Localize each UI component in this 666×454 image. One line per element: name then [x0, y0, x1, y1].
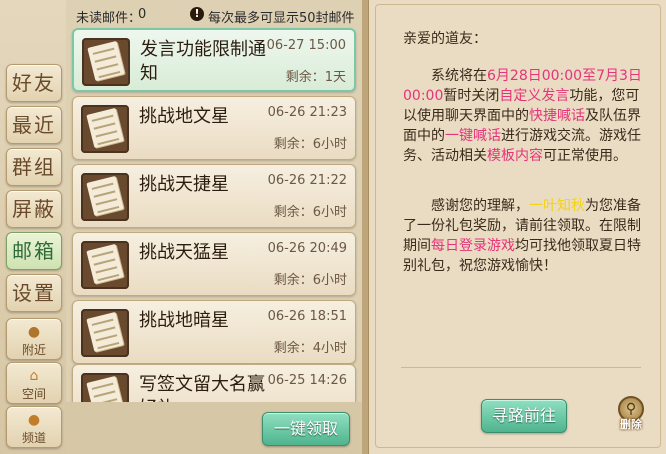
mail-date: 06-26 21:23 — [267, 105, 347, 120]
house-icon: ⌂ — [29, 368, 39, 384]
mail-remaining: 剩余：1天 — [285, 70, 346, 85]
letter-icon — [81, 173, 129, 221]
letter-icon — [81, 105, 129, 153]
mail-body-paragraph-2: 感谢您的理解，一叶知秋为您准备了一份礼包奖励，请前往领取。在限制期间每日登录游戏… — [403, 196, 647, 276]
letter-icon — [81, 309, 129, 357]
mail-item[interactable]: 挑战地文星 06-26 21:23 剩余：6小时 — [72, 96, 356, 160]
letter-icon — [82, 38, 130, 86]
body-text: 暂时关闭 — [443, 88, 500, 104]
body-text: 感谢您的理解， — [431, 198, 529, 214]
delete-label: 删除 — [620, 418, 642, 431]
tab-channel[interactable]: ● 频道 — [6, 406, 62, 448]
highlighted-text: 自定义发言 — [499, 88, 570, 104]
highlighted-text: 模板内容 — [487, 148, 543, 164]
mail-title: 挑战地暗星 — [139, 310, 229, 331]
mail-title: 挑战天捷星 — [139, 174, 229, 195]
delete-button[interactable]: ⚲ 删除 — [614, 396, 648, 434]
unread-count: 0 — [138, 7, 147, 22]
mail-title: 发言功能限制通知 — [140, 39, 266, 84]
claim-all-button[interactable]: 一键领取 — [262, 412, 350, 446]
tab-blocked[interactable]: 屏蔽 — [6, 190, 62, 228]
mail-title: 挑战地文星 — [139, 106, 229, 127]
tab-space-label: 空间 — [21, 387, 46, 401]
mail-remaining: 剩余：6小时 — [273, 273, 347, 288]
mail-item[interactable]: 挑战地暗星 06-26 18:51 剩余：4小时 — [72, 300, 356, 364]
mail-date: 06-25 14:26 — [267, 373, 347, 388]
mail-remaining: 剩余：4小时 — [273, 341, 347, 356]
mail-date: 06-26 21:22 — [267, 173, 347, 188]
highlighted-text: 每日登录游戏 — [431, 238, 515, 254]
highlighted-text: 一键喊话 — [445, 128, 501, 144]
mail-greeting: 亲爱的道友： — [403, 31, 487, 47]
exclamation-icon: ! — [190, 7, 204, 21]
mail-item[interactable]: 发言功能限制通知 06-27 15:00 剩余：1天 — [72, 28, 356, 92]
mail-limit-note: 每次最多可显示50封邮件 — [208, 11, 355, 26]
mail-body-paragraph-1: 系统将在6月28日00:00至7月3日00:00暂时关闭自定义发言功能，您可以使… — [403, 66, 647, 166]
nav-tab-column: 好友 最近 群组 屏蔽 邮箱 设置 ● 附近 ⌂ 空间 ● 频道 — [0, 0, 66, 454]
mail-list-header: 未读邮件： 0 ! 每次最多可显示50封邮件 — [66, 0, 362, 28]
highlighted-text: 一叶知秋 — [529, 198, 585, 214]
tab-nearby-label: 附近 — [21, 343, 46, 357]
mail-date: 06-26 18:51 — [267, 309, 347, 324]
mail-remaining: 剩余：6小时 — [273, 137, 347, 152]
tab-friends[interactable]: 好友 — [6, 64, 62, 102]
person-pin-icon: ● — [27, 324, 41, 340]
letter-icon — [81, 241, 129, 289]
detail-separator — [401, 367, 641, 368]
tab-settings[interactable]: 设置 — [6, 274, 62, 312]
goto-button[interactable]: 寻路前往 — [481, 399, 567, 433]
chat-bubble-icon: ● — [27, 412, 41, 428]
tab-space[interactable]: ⌂ 空间 — [6, 362, 62, 404]
tab-groups[interactable]: 群组 — [6, 148, 62, 186]
list-bottom-bar: 一键领取 — [66, 402, 362, 454]
highlighted-text: 快捷喊话 — [529, 108, 585, 124]
unread-label: 未读邮件： — [76, 11, 142, 26]
mail-remaining: 剩余：6小时 — [273, 205, 347, 220]
tab-channel-label: 频道 — [21, 431, 46, 445]
mail-item[interactable]: 挑战天猛星 06-26 20:49 剩余：6小时 — [72, 232, 356, 296]
mail-detail-panel: 亲爱的道友： 系统将在6月28日00:00至7月3日00:00暂时关闭自定义发言… — [368, 0, 666, 454]
tab-nearby[interactable]: ● 附近 — [6, 318, 62, 360]
mail-title: 挑战天猛星 — [139, 242, 229, 263]
tab-mailbox[interactable]: 邮箱 — [6, 232, 62, 270]
tab-recent[interactable]: 最近 — [6, 106, 62, 144]
mail-date: 06-27 15:00 — [266, 38, 346, 53]
body-text: 系统将在 — [431, 68, 487, 84]
body-text: 可正常使用。 — [543, 148, 627, 164]
mail-date: 06-26 20:49 — [267, 241, 347, 256]
mail-list-panel: 未读邮件： 0 ! 每次最多可显示50封邮件 发言功能限制通知 06-27 15… — [66, 0, 362, 454]
mail-item[interactable]: 挑战天捷星 06-26 21:22 剩余：6小时 — [72, 164, 356, 228]
